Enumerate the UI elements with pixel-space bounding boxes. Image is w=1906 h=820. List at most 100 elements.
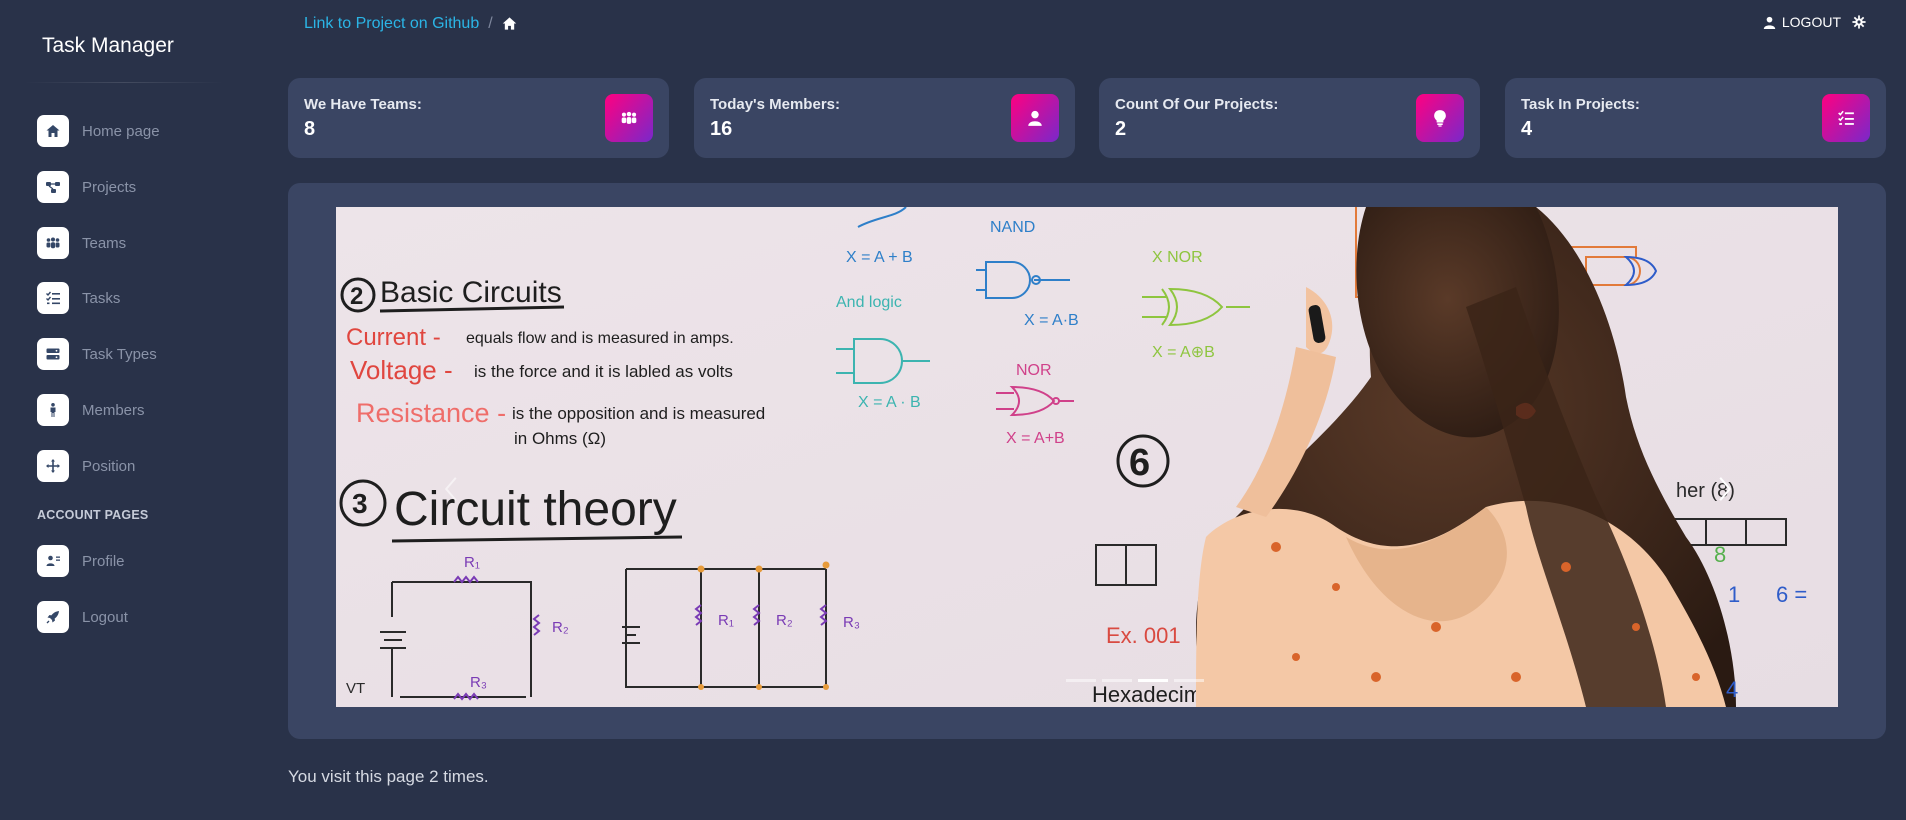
svg-text:R₁: R₁ <box>718 612 734 629</box>
carousel-indicator-active[interactable] <box>1138 679 1168 682</box>
sidebar-item-label: Profile <box>82 552 125 570</box>
svg-text:Current -: Current - <box>346 324 441 351</box>
sidebar-item-position[interactable]: Position <box>37 450 135 482</box>
carousel-prev-button[interactable] <box>436 469 466 509</box>
stat-card-projects: Count Of Our Projects: 2 <box>1099 78 1480 158</box>
app-title[interactable]: Task Manager <box>42 34 174 58</box>
sidebar-item-task-types[interactable]: Task Types <box>37 338 157 370</box>
svg-text:8: 8 <box>1714 542 1726 567</box>
svg-text:R₃: R₃ <box>470 674 487 691</box>
sidebar-item-label: Home page <box>82 122 160 140</box>
gear-icon[interactable] <box>1852 15 1866 29</box>
svg-text:6 =: 6 = <box>1776 582 1807 607</box>
sidebar-item-label: Task Types <box>82 345 157 363</box>
stat-card-members: Today's Members: 16 <box>694 78 1075 158</box>
sidebar-item-label: Tasks <box>82 289 121 307</box>
carousel-indicators <box>1066 679 1204 682</box>
svg-text:Ex. 001: Ex. 001 <box>1106 623 1181 648</box>
account-pages-heading: ACCOUNT PAGES <box>37 508 149 522</box>
svg-text:R₁: R₁ <box>464 554 480 571</box>
sidebar-item-label: Projects <box>82 178 137 196</box>
stat-value: 8 <box>304 118 316 140</box>
carousel-indicator[interactable] <box>1102 679 1132 682</box>
sidebar-item-tasks[interactable]: Tasks <box>37 282 120 314</box>
carousel-panel: 2 Basic Circuits Current - equals flow a… <box>288 183 1886 739</box>
breadcrumb: Link to Project on Github / <box>304 15 518 33</box>
carousel-slide-whiteboard-image: 2 Basic Circuits Current - equals flow a… <box>336 207 1838 707</box>
svg-text:2: 2 <box>350 283 363 310</box>
home-icon[interactable] <box>502 16 518 32</box>
top-actions: LOGOUT <box>1763 14 1866 30</box>
svg-text:6: 6 <box>1129 442 1150 484</box>
stat-title: Today's Members: <box>710 96 840 113</box>
carousel-indicator[interactable] <box>1174 679 1204 682</box>
sidebar-item-label: Position <box>82 457 136 475</box>
stat-card-teams: We Have Teams: 8 <box>288 78 669 158</box>
stat-card-tasks: Task In Projects: 4 <box>1505 78 1886 158</box>
projects-icon <box>37 171 69 203</box>
svg-text:3: 3 <box>352 488 368 519</box>
sidebar-item-logout[interactable]: Logout <box>37 601 128 633</box>
svg-text:X = A⊕B: X = A⊕B <box>1152 344 1215 361</box>
home-icon <box>37 115 69 147</box>
carousel-indicator[interactable] <box>1066 679 1096 682</box>
rocket-icon <box>37 601 69 633</box>
svg-text:X NOR: X NOR <box>1152 249 1203 266</box>
members-icon <box>37 394 69 426</box>
svg-text:X = A+B: X = A+B <box>1006 430 1065 447</box>
teams-icon <box>605 94 653 142</box>
svg-text:Voltage -: Voltage - <box>350 355 453 385</box>
svg-text:NOR: NOR <box>1016 362 1052 379</box>
logout-button[interactable]: LOGOUT <box>1763 14 1841 30</box>
lightbulb-icon <box>1416 94 1464 142</box>
svg-text:is the opposition and is measu: is the opposition and is measured <box>512 404 765 423</box>
sidebar-item-profile[interactable]: Profile <box>37 545 125 577</box>
sidebar-item-home[interactable]: Home page <box>37 115 160 147</box>
github-link[interactable]: Link to Project on Github <box>304 15 479 33</box>
teams-icon <box>37 227 69 259</box>
svg-text:NAND: NAND <box>990 219 1035 236</box>
svg-text:in Ohms (Ω): in Ohms (Ω) <box>514 429 606 448</box>
svg-text:X = A · B: X = A · B <box>858 394 921 411</box>
sidebar-item-label: Teams <box>82 234 127 252</box>
sidebar-divider <box>24 82 224 83</box>
svg-text:4: 4 <box>1726 677 1738 702</box>
svg-text:R₂: R₂ <box>776 612 793 629</box>
svg-text:And logic: And logic <box>836 294 902 311</box>
svg-text:X = A + B: X = A + B <box>846 249 913 266</box>
profile-icon <box>37 545 69 577</box>
svg-text:Resistance -: Resistance - <box>356 398 506 428</box>
stat-title: Count Of Our Projects: <box>1115 96 1279 113</box>
stat-value: 16 <box>710 118 733 140</box>
svg-text:X = A·B: X = A·B <box>1024 312 1079 329</box>
svg-text:R₂: R₂ <box>552 619 569 636</box>
position-icon <box>37 450 69 482</box>
svg-text:Basic Circuits: Basic Circuits <box>380 276 562 309</box>
stat-value: 2 <box>1115 118 1127 140</box>
tasks-icon <box>1822 94 1870 142</box>
sidebar-item-label: Members <box>82 401 145 419</box>
sidebar-item-teams[interactable]: Teams <box>37 227 126 259</box>
sidebar-item-label: Logout <box>82 608 128 626</box>
whiteboard-illustration: 2 Basic Circuits Current - equals flow a… <box>336 207 1838 707</box>
visit-counter-text: You visit this page 2 times. <box>288 767 489 786</box>
tasks-icon <box>37 282 69 314</box>
stat-title: We Have Teams: <box>304 96 422 113</box>
svg-text:VT: VT <box>346 680 365 697</box>
breadcrumb-separator: / <box>488 15 493 32</box>
user-icon <box>1763 16 1776 29</box>
logout-label: LOGOUT <box>1781 14 1841 30</box>
svg-text:equals flow and is measured in: equals flow and is measured in amps. <box>466 330 734 347</box>
task-types-icon <box>37 338 69 370</box>
svg-text:R₃: R₃ <box>843 614 860 631</box>
carousel-next-button[interactable] <box>1710 469 1740 509</box>
sidebar: Task Manager Home page Projects Teams Ta… <box>0 0 245 820</box>
svg-text:is the force and it is labled: is the force and it is labled as volts <box>474 362 733 381</box>
svg-text:1: 1 <box>1728 582 1740 607</box>
chevron-right-icon <box>1719 477 1732 501</box>
stat-value: 4 <box>1521 118 1533 140</box>
sidebar-item-members[interactable]: Members <box>37 394 145 426</box>
chevron-left-icon <box>444 477 457 501</box>
sidebar-item-projects[interactable]: Projects <box>37 171 136 203</box>
user-icon <box>1011 94 1059 142</box>
